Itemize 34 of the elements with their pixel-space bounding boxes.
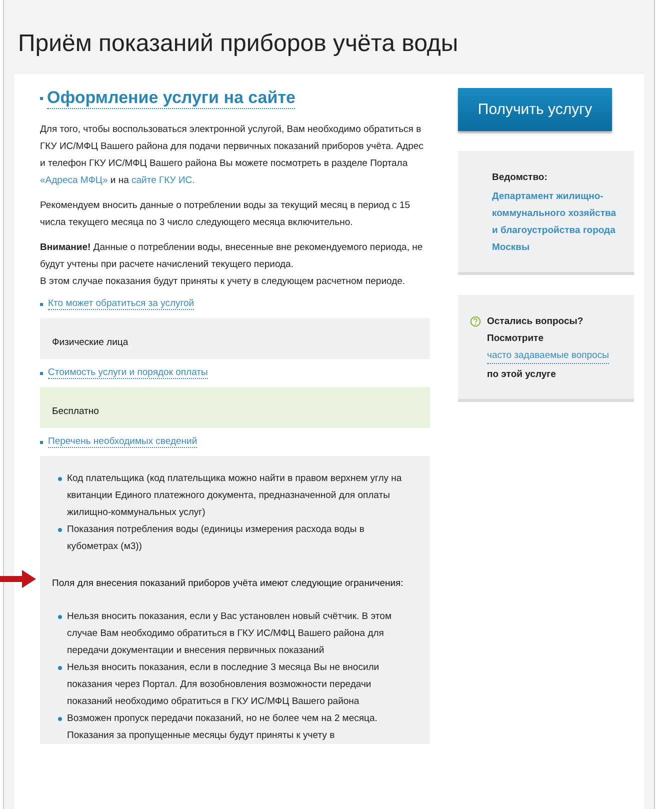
bullet-icon bbox=[58, 666, 62, 670]
panel-text: Поля для внесения показаний приборов учёта имеют следующие ограничения: bbox=[52, 577, 404, 591]
question-icon bbox=[470, 316, 481, 327]
bullet-icon bbox=[40, 97, 43, 100]
panel-text: Физические лица bbox=[52, 336, 130, 350]
pointer-arrow-icon bbox=[0, 568, 36, 590]
bullet-icon bbox=[58, 717, 62, 721]
list-item: Код плательщика (код плательщика можно найти в правом верхнем углу на квитанции Единого платежного документа, предназначенной для оплаты жилищно-коммунальных услуг) bbox=[67, 472, 403, 520]
list-item: Нельзя вносить показания, если в последние 3 месяца Вы не вносили показания через Портал. Для возобновления возможности передачи показаний необходимо обратиться в ГКУ ИС/МФЦ Вашего района bbox=[67, 661, 380, 709]
bullet-icon bbox=[58, 615, 62, 619]
paragraph: Рекомендуем вносить данные о потреблении воды за текущий месяц в период с 15 числа текущего месяца по 3 число следующего месяца включительно. bbox=[40, 199, 412, 230]
bullet-icon bbox=[58, 528, 62, 532]
paragraph: Внимание! Данные о потреблении воды, внесенные вне рекомендуемого периода, не будут учтены при расчете начислений текущего периода. В этом случае показания будут приняты к учету в следующем расчетном периоде. bbox=[40, 241, 424, 289]
page-title: Приём показаний приборов учёта воды bbox=[17, 29, 460, 59]
list-item: Нельзя вносить показания, если у Вас установлен новый счётчик. В этом случае Вам необходимо обратиться в ГКУ ИС/МФЦ Вашего района для передачи документации и внесения первичных показаний bbox=[67, 610, 392, 658]
section-heading[interactable]: Оформление услуги на сайте bbox=[47, 88, 296, 109]
agency-label: Ведомство: bbox=[492, 171, 548, 185]
text-link[interactable]: «Адреса МФЦ» bbox=[40, 175, 108, 186]
bullet-icon bbox=[40, 302, 43, 306]
agency-link[interactable]: Департамент жилищно-коммунального хозяйства и благоустройства города Москвы bbox=[492, 186, 620, 256]
accordion-link[interactable]: Перечень необходимых сведений bbox=[48, 436, 198, 448]
panel-text: Бесплатно bbox=[52, 405, 100, 419]
bullet-icon bbox=[58, 477, 62, 481]
help-text: Остались вопросы? Посмотрите часто задаваемые вопросы по этой услуге bbox=[487, 315, 609, 382]
bullet-icon bbox=[40, 372, 43, 374]
bullet-icon bbox=[40, 440, 43, 444]
list-item: Возможен пропуск передачи показаний, но не более чем на 2 месяца. Показания за пропущенные месяцы будут приняты к учету в bbox=[67, 712, 378, 743]
accordion-link[interactable]: Кто может обратиться за услугой bbox=[48, 298, 194, 310]
get-service-button[interactable]: Получить услугу bbox=[458, 88, 612, 131]
text-link[interactable]: сайте ГКУ ИС. bbox=[132, 175, 195, 186]
list-item: Показания потребления воды (единицы измерения расхода воды в кубометрах (м3)) bbox=[67, 523, 366, 554]
accordion-link[interactable]: Стоимость услуги и порядок оплаты bbox=[48, 367, 208, 379]
faq-link[interactable]: часто задаваемые вопросы bbox=[487, 349, 609, 364]
paragraph: Для того, чтобы воспользоваться электронной услугой, Вам необходимо обратиться в ГКУ ИС/МФЦ Вашего района для подачи первичных показаний приборов учёта. Адрес и телефон ГКУ ИС/МФЦ Вашего района Вы можете посмотреть в разделе Портала «Адреса МФЦ» и на сайте ГКУ ИС. bbox=[40, 123, 424, 188]
